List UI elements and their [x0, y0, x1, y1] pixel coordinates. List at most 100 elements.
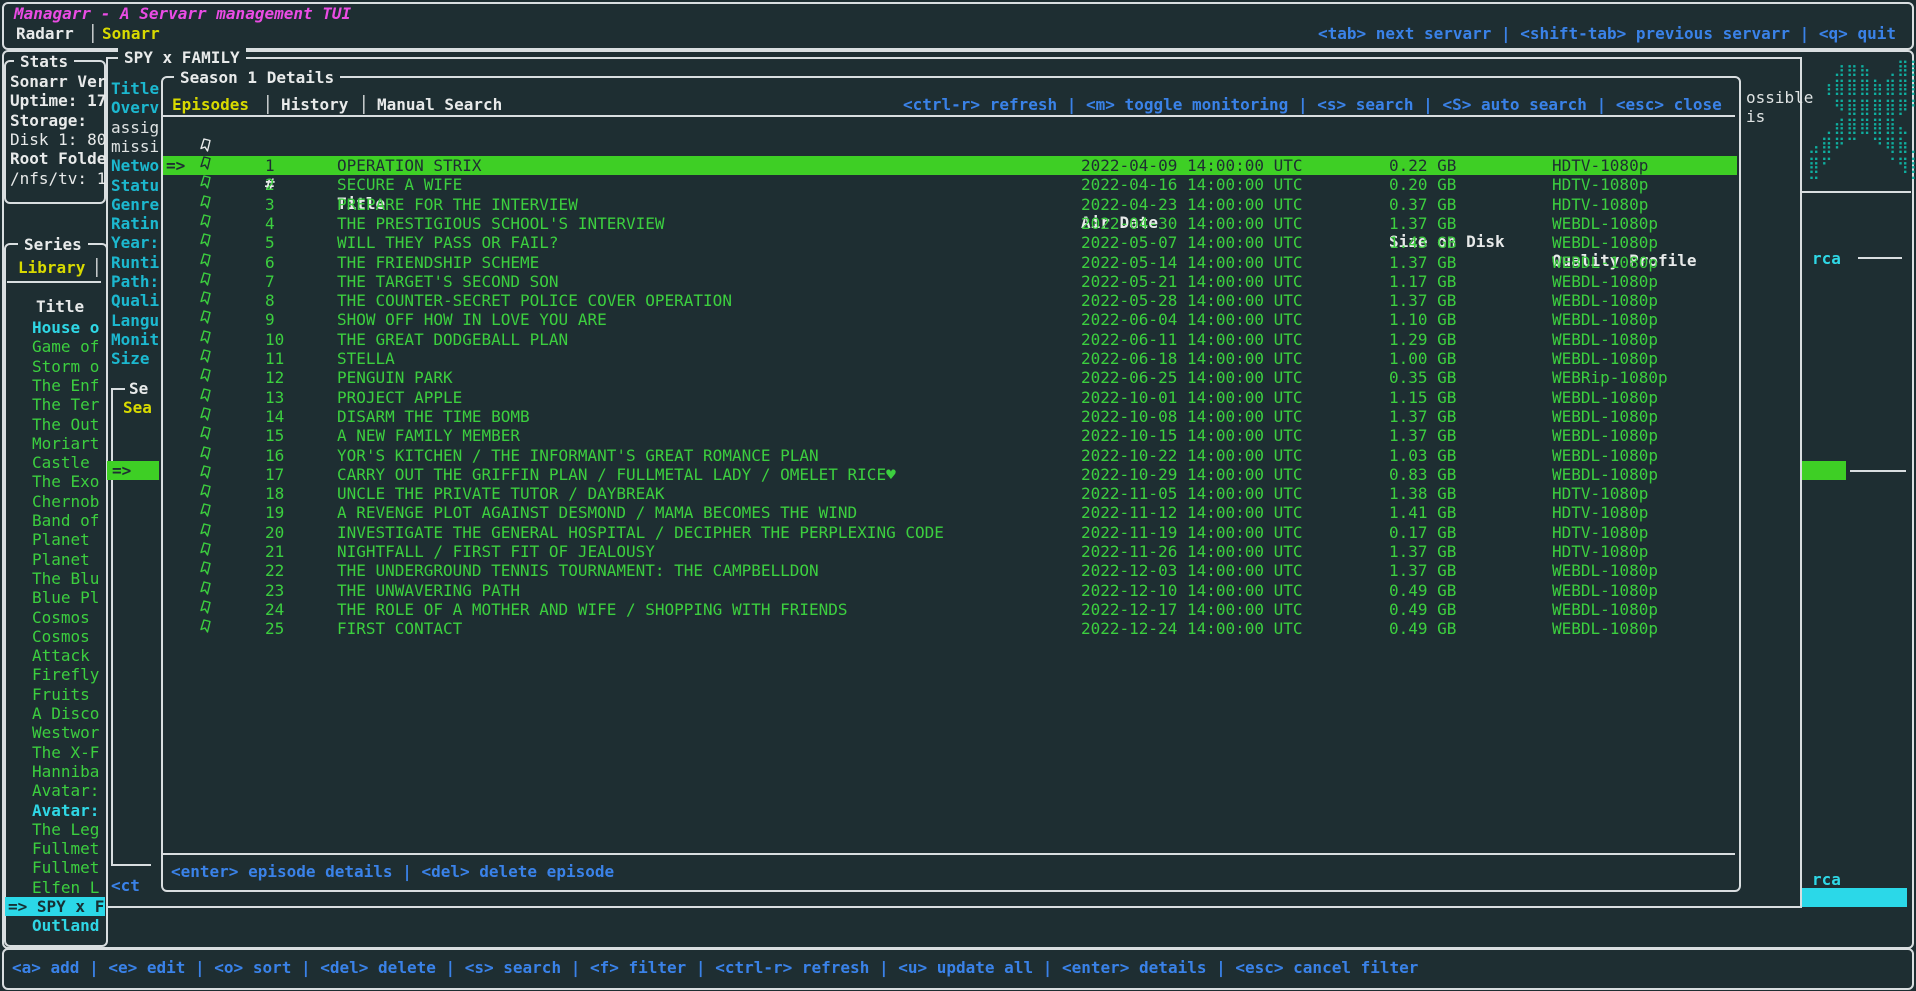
series-list-item[interactable]: Avatar: [5, 781, 105, 800]
tab-episodes[interactable]: Episodes [172, 95, 249, 114]
series-list-item[interactable]: Westwor [5, 723, 105, 742]
monitored-bookmark-icon[interactable] [199, 619, 213, 639]
monitored-bookmark-icon[interactable] [199, 175, 213, 195]
tab-sonarr[interactable]: Sonarr [102, 24, 160, 43]
episode-row[interactable]: 16 YOR'S KITCHEN / THE INFORMANT'S GREAT… [163, 446, 1737, 465]
episode-size: 0.17 GB [1389, 523, 1456, 542]
monitored-bookmark-icon[interactable] [199, 503, 213, 523]
episode-row[interactable]: 6 THE FRIENDSHIP SCHEME 2022-05-14 14:00… [163, 253, 1737, 272]
episode-row[interactable]: 21 NIGHTFALL / FIRST FIT OF JEALOUSY 202… [163, 542, 1737, 561]
monitored-bookmark-icon[interactable] [199, 156, 213, 176]
monitored-bookmark-icon[interactable] [199, 407, 213, 427]
episode-row[interactable]: 17 CARRY OUT THE GRIFFIN PLAN / FULLMETA… [163, 465, 1737, 484]
series-list-item[interactable]: House o [5, 318, 105, 337]
tab-seasons-fragment[interactable]: Sea [123, 398, 152, 417]
monitored-bookmark-icon[interactable] [199, 214, 213, 234]
series-list-item[interactable]: Fullmet [5, 839, 105, 858]
tab-manual-search[interactable]: Manual Search [377, 95, 502, 114]
series-list-item[interactable]: Planet [5, 530, 105, 549]
monitored-bookmark-icon[interactable] [199, 368, 213, 388]
series-list-item[interactable]: Cosmos [5, 608, 105, 627]
series-list-item[interactable]: Fullmet [5, 858, 105, 877]
monitored-bookmark-icon[interactable] [199, 291, 213, 311]
monitored-bookmark-icon[interactable] [199, 233, 213, 253]
series-list-item[interactable]: Band of [5, 511, 105, 530]
monitored-bookmark-icon[interactable] [199, 253, 213, 273]
series-list-item[interactable]: Avatar: [5, 801, 105, 820]
monitored-bookmark-icon[interactable] [199, 446, 213, 466]
series-list-item[interactable]: Chernob [5, 492, 105, 511]
episode-row[interactable]: 25 FIRST CONTACT 2022-12-24 14:00:00 UTC… [163, 619, 1737, 638]
series-list-item[interactable]: Cosmos [5, 627, 105, 646]
episode-row[interactable]: 23 THE UNWAVERING PATH 2022-12-10 14:00:… [163, 581, 1737, 600]
series-title: The X-F [32, 743, 99, 762]
series-list-item[interactable]: Hanniba [5, 762, 105, 781]
series-list-item[interactable]: The Enf [5, 376, 105, 395]
series-list-item[interactable]: Game of [5, 337, 105, 356]
episode-row[interactable]: 15 A NEW FAMILY MEMBER 2022-10-15 14:00:… [163, 426, 1737, 445]
monitored-bookmark-icon[interactable] [199, 388, 213, 408]
border-fragment [1850, 470, 1906, 472]
series-list-item[interactable]: The Leg [5, 820, 105, 839]
monitored-bookmark-icon[interactable] [199, 272, 213, 292]
episode-row[interactable]: 22 THE UNDERGROUND TENNIS TOURNAMENT: TH… [163, 561, 1737, 580]
series-list-item[interactable]: Firefly [5, 665, 105, 684]
episode-row[interactable]: 12 PENGUIN PARK 2022-06-25 14:00:00 UTC … [163, 368, 1737, 387]
monitored-bookmark-icon[interactable] [199, 600, 213, 620]
episode-row[interactable]: => 1 OPERATION STRIX 2022-04-09 14:00:00… [163, 156, 1737, 175]
series-list-item[interactable]: Outland [5, 916, 105, 935]
episode-row[interactable]: 14 DISARM THE TIME BOMB 2022-10-08 14:00… [163, 407, 1737, 426]
monitored-bookmark-icon[interactable] [199, 542, 213, 562]
episode-row[interactable]: 20 INVESTIGATE THE GENERAL HOSPITAL / DE… [163, 523, 1737, 542]
series-list-item[interactable]: The Blu [5, 569, 105, 588]
monitored-bookmark-icon[interactable] [199, 561, 213, 581]
episode-row[interactable]: 11 STELLA 2022-06-18 14:00:00 UTC 1.00 G… [163, 349, 1737, 368]
episode-air-date: 2022-05-07 14:00:00 UTC [1081, 233, 1303, 252]
monitored-bookmark-icon[interactable] [199, 581, 213, 601]
episode-row[interactable]: 9 SHOW OFF HOW IN LOVE YOU ARE 2022-06-0… [163, 310, 1737, 329]
overview-fragment: ossible [1746, 88, 1813, 107]
episode-row[interactable]: 3 PREPARE FOR THE INTERVIEW 2022-04-23 1… [163, 195, 1737, 214]
monitored-bookmark-icon[interactable] [199, 465, 213, 485]
tab-library[interactable]: Library [18, 258, 85, 277]
monitored-bookmark-icon[interactable] [199, 349, 213, 369]
episode-size: 1.37 GB [1389, 407, 1456, 426]
series-list-item[interactable]: Elfen L [5, 878, 105, 897]
episode-row[interactable]: 8 THE COUNTER-SECRET POLICE COVER OPERAT… [163, 291, 1737, 310]
series-list-item[interactable]: Blue Pl [5, 588, 105, 607]
tab-radarr[interactable]: Radarr [16, 24, 74, 43]
series-column-header: Title [36, 297, 84, 316]
episode-row[interactable]: 10 THE GREAT DODGEBALL PLAN 2022-06-11 1… [163, 330, 1737, 349]
episode-row[interactable]: 7 THE TARGET'S SECOND SON 2022-05-21 14:… [163, 272, 1737, 291]
series-list-item[interactable]: Storm o [5, 357, 105, 376]
series-list-item[interactable]: The Ter [5, 395, 105, 414]
episode-row[interactable]: 19 A REVENGE PLOT AGAINST DESMOND / MAMA… [163, 503, 1737, 522]
episode-row[interactable]: 4 THE PRESTIGIOUS SCHOOL'S INTERVIEW 202… [163, 214, 1737, 233]
series-list-item[interactable]: Fruits [5, 685, 105, 704]
series-list-item[interactable]: => SPY x F [5, 897, 105, 916]
series-list-item[interactable]: The Exo [5, 472, 105, 491]
series-list-item[interactable]: A Disco [5, 704, 105, 723]
monitored-bookmark-icon[interactable] [199, 484, 213, 504]
series-list-item[interactable]: Moriart [5, 434, 105, 453]
series-list-item[interactable]: The X-F [5, 743, 105, 762]
monitored-bookmark-icon[interactable] [199, 523, 213, 543]
series-list-item[interactable]: Planet [5, 550, 105, 569]
series-list-item[interactable]: Castle [5, 453, 105, 472]
series-title: Cosmos [32, 627, 90, 646]
tab-history[interactable]: History [281, 95, 348, 114]
episode-row[interactable]: 5 WILL THEY PASS OR FAIL? 2022-05-07 14:… [163, 233, 1737, 252]
episode-row[interactable]: 2 SECURE A WIFE 2022-04-16 14:00:00 UTC … [163, 175, 1737, 194]
monitored-bookmark-icon[interactable] [199, 426, 213, 446]
episode-row[interactable]: 24 THE ROLE OF A MOTHER AND WIFE / SHOPP… [163, 600, 1737, 619]
episode-size: 1.37 GB [1389, 253, 1456, 272]
monitored-bookmark-icon[interactable] [199, 195, 213, 215]
series-list-item[interactable]: The Out [5, 415, 105, 434]
series-title: Chernob [32, 492, 99, 511]
episode-quality-profile: WEBDL-1080p [1552, 291, 1658, 310]
episode-row[interactable]: 18 UNCLE THE PRIVATE TUTOR / DAYBREAK 20… [163, 484, 1737, 503]
monitored-bookmark-icon[interactable] [199, 330, 213, 350]
monitored-bookmark-icon[interactable] [199, 310, 213, 330]
episode-row[interactable]: 13 PROJECT APPLE 2022-10-01 14:00:00 UTC… [163, 388, 1737, 407]
series-list-item[interactable]: Attack [5, 646, 105, 665]
